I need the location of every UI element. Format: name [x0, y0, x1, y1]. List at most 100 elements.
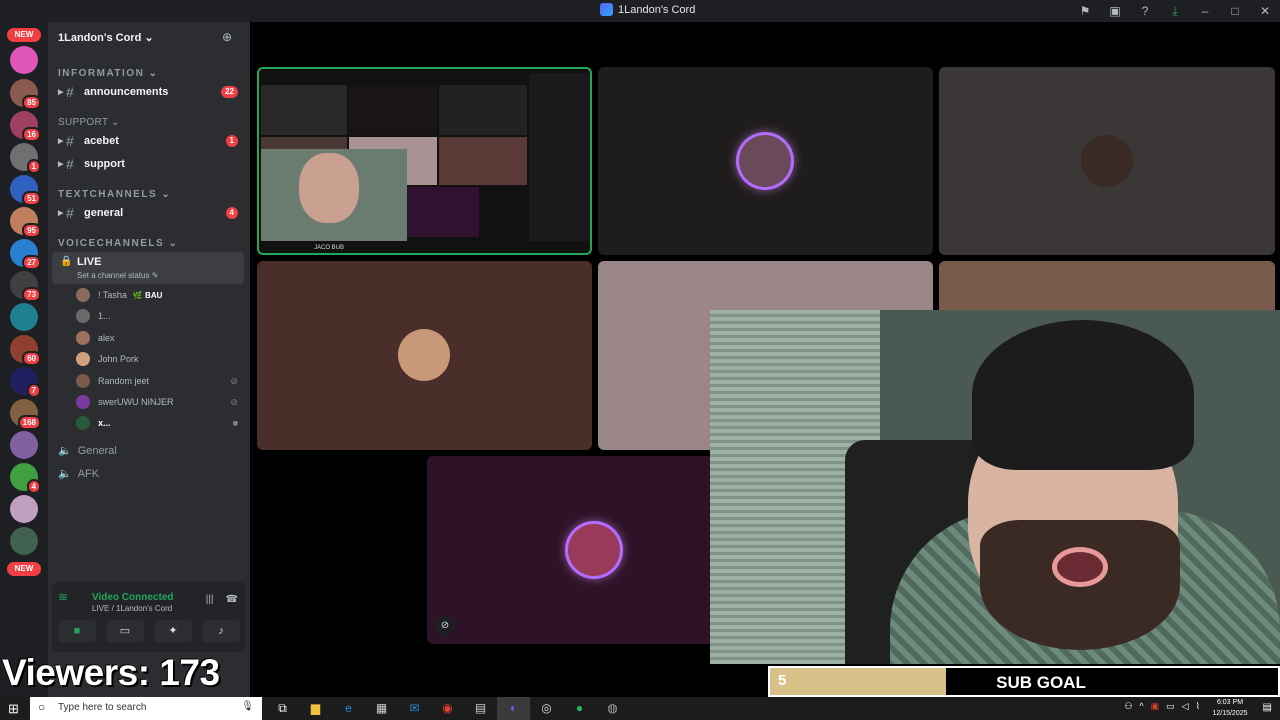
voice-channel-label: General — [77, 444, 117, 457]
webcam-overlay — [710, 310, 1280, 664]
channel-status[interactable]: Set a channel status ✎ — [77, 271, 158, 280]
flag-icon[interactable]: ⚑ — [1070, 4, 1100, 18]
avatar — [568, 524, 620, 576]
voice-user[interactable]: alex — [76, 329, 242, 347]
avatar — [398, 329, 450, 381]
voice-location[interactable]: LIVE / 1Landon's Cord — [92, 604, 172, 613]
server-icon[interactable] — [10, 303, 38, 331]
soundboard-button[interactable]: ♪ — [202, 620, 240, 642]
voice-channel-label: AFK — [77, 467, 100, 480]
server-name[interactable]: 1Landon's Cord ⌄ — [58, 31, 154, 44]
people-icon[interactable]: ⚇ — [1124, 701, 1132, 712]
chevron-right-icon: ▶ — [58, 138, 64, 145]
category-voicechannels[interactable]: VOICECHANNELS ⌄ — [58, 238, 178, 249]
edge-icon[interactable]: e — [332, 697, 365, 720]
channel-label: acebet — [84, 135, 119, 147]
volume-icon[interactable]: ◁ — [1182, 701, 1189, 712]
server-icon[interactable]: 4 — [10, 463, 41, 494]
channel-acebet[interactable]: ▶ # acebet 1 — [58, 131, 244, 151]
voice-user[interactable]: Random jeet ⊘ — [76, 372, 242, 390]
app-icon[interactable]: ▤ — [464, 697, 497, 720]
spotify-icon[interactable]: ● — [563, 697, 596, 720]
chevron-right-icon: ▶ — [58, 161, 64, 168]
windows-start-icon[interactable]: ⊞ — [8, 701, 19, 717]
network-icon[interactable]: ⌇ — [1196, 701, 1200, 712]
voice-user-name: x... — [98, 418, 111, 428]
lock-icon: 🔒 — [60, 256, 73, 267]
file-explorer-icon[interactable]: ▆ — [299, 697, 332, 720]
category-support[interactable]: SUPPORT ⌄ — [58, 117, 120, 128]
noise-suppression-icon[interactable]: ||| — [206, 594, 214, 605]
server-icon[interactable]: 1 — [10, 143, 41, 174]
notification-icon[interactable]: ▤ — [1263, 702, 1272, 713]
battery-icon[interactable]: ▭ — [1166, 701, 1175, 712]
server-icon[interactable]: 168 — [10, 399, 41, 430]
speaker-icon: 🔈 — [58, 468, 72, 480]
server-icon[interactable]: 51 — [10, 175, 41, 206]
server-icon[interactable]: 95 — [10, 207, 41, 238]
search-placeholder: Type here to search — [58, 702, 147, 713]
avatar — [76, 416, 90, 430]
taskbar-clock[interactable]: 6:03 PM 12/15/2025 — [1208, 697, 1252, 719]
webcam-beanie — [972, 320, 1194, 470]
server-icon[interactable]: 60 — [10, 335, 41, 366]
close-button[interactable]: ✕ — [1250, 4, 1280, 18]
video-tile[interactable] — [257, 261, 592, 450]
mic-muted-icon: ⊘ — [230, 396, 238, 407]
channel-support[interactable]: ▶ # support — [58, 154, 244, 174]
video-tile[interactable] — [598, 67, 933, 255]
avatar — [1081, 135, 1133, 187]
microphone-icon[interactable]: 🎙 — [241, 701, 254, 712]
taskbar-search[interactable]: ○ Type here to search 🎙 — [30, 697, 262, 720]
minimize-button[interactable]: – — [1190, 4, 1220, 18]
mail-icon[interactable]: ✉ — [398, 697, 431, 720]
category-textchannels[interactable]: TEXTCHANNELS ⌄ — [58, 189, 171, 200]
help-icon[interactable]: ? — [1130, 4, 1160, 18]
voice-user[interactable]: 1... — [76, 307, 242, 325]
server-icon[interactable]: 7 — [10, 367, 41, 398]
voice-channel-live[interactable]: 🔒 LIVE Set a channel status ✎ — [52, 252, 244, 284]
download-icon[interactable]: ⤓ — [1160, 4, 1190, 19]
task-view-icon[interactable]: ⧉ — [266, 697, 299, 720]
voice-user[interactable]: x... ■ — [76, 414, 242, 432]
inbox-icon[interactable]: ▣ — [1100, 4, 1130, 18]
server-icon[interactable]: 85 — [10, 79, 41, 110]
server-icon[interactable]: 27 — [10, 239, 41, 270]
chevron-right-icon: ▶ — [58, 89, 64, 96]
voice-channel-general[interactable]: 🔈 General — [58, 444, 117, 458]
recording-icon[interactable]: ▣ — [1151, 701, 1160, 712]
chevron-up-icon[interactable]: ^ — [1139, 701, 1143, 712]
app-icon[interactable]: ◍ — [596, 697, 629, 720]
maximize-button[interactable]: □ — [1220, 4, 1250, 18]
server-icon[interactable] — [10, 46, 38, 74]
screen-share-tile[interactable]: JACO BUB — [257, 67, 592, 255]
server-icon[interactable]: 16 — [10, 111, 41, 142]
voice-status[interactable]: Video Connected — [92, 592, 174, 603]
channel-announcements[interactable]: ▶ # announcements 22 — [58, 82, 244, 102]
server-icon[interactable] — [10, 495, 38, 523]
voice-user[interactable]: ! Tasha 🌿 BAU — [76, 286, 242, 304]
channel-general[interactable]: ▶ # general 4 — [58, 203, 244, 223]
chrome-icon[interactable]: ◉ — [431, 697, 464, 720]
preview-cell — [349, 85, 437, 135]
camera-button[interactable]: ■ — [58, 620, 96, 642]
server-icon[interactable]: 73 — [10, 271, 41, 302]
discord-taskbar-icon[interactable]: ◐ — [497, 697, 530, 720]
screen-share-button[interactable]: ▭ — [106, 620, 144, 642]
voice-user-name: swerUWU NINJER — [98, 397, 174, 407]
activities-button[interactable]: ✦ — [154, 620, 192, 642]
voice-connection-panel: ≋ Video Connected LIVE / 1Landon's Cord … — [52, 582, 246, 652]
add-member-icon[interactable]: ⊕ — [222, 30, 232, 44]
voice-channel-afk[interactable]: 🔈 AFK — [58, 467, 100, 481]
system-tray: ⚇ ^ ▣ ▭ ◁ ⌇ — [1124, 701, 1200, 712]
voice-user[interactable]: swerUWU NINJER ⊘ — [76, 393, 242, 411]
avatar — [76, 352, 90, 366]
server-icon[interactable] — [10, 527, 38, 555]
disconnect-icon[interactable]: ☎ — [226, 594, 238, 605]
store-icon[interactable]: ▦ — [365, 697, 398, 720]
video-tile[interactable] — [939, 67, 1275, 255]
obs-icon[interactable]: ◎ — [530, 697, 563, 720]
category-information[interactable]: INFORMATION ⌄ — [58, 68, 158, 79]
server-icon[interactable] — [10, 431, 38, 459]
voice-user[interactable]: John Pork — [76, 350, 242, 368]
